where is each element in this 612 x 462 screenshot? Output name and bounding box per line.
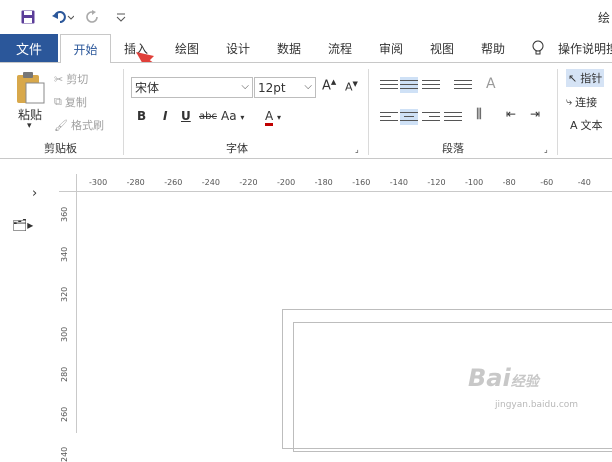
shrink-font-button[interactable]: A▼ xyxy=(345,80,358,94)
ruler-corner xyxy=(59,174,77,192)
font-size-select[interactable]: 12pt ⌵ xyxy=(254,77,316,98)
chevron-down-icon: ⌵ xyxy=(241,81,249,92)
connector-icon: ⤷ xyxy=(566,95,573,108)
tab-process[interactable]: 流程 xyxy=(321,34,359,62)
paste-dropdown-icon[interactable]: ▾ xyxy=(27,121,32,131)
group-divider xyxy=(368,69,369,155)
ruler-tick-label: -60 xyxy=(540,178,554,187)
redo-icon[interactable] xyxy=(84,7,102,27)
text-icon: A xyxy=(570,118,578,132)
pointer-icon: ↖ xyxy=(568,71,578,85)
connector-tool-button[interactable]: ⤷ 连接 xyxy=(566,94,597,110)
ruler-tick-label: -240 xyxy=(201,178,220,187)
tab-file[interactable]: 文件 xyxy=(0,34,58,62)
ruler-tick-label: 240 xyxy=(60,446,69,462)
dialog-launcher-icon[interactable]: ⌟ xyxy=(355,145,359,154)
ruler-tick-label: -280 xyxy=(126,178,145,187)
cut-button[interactable]: ✂ 剪切 xyxy=(54,71,88,87)
ruler-tick-label: 300 xyxy=(60,326,69,342)
tab-review[interactable]: 审阅 xyxy=(372,34,410,62)
ruler-tick-label: 320 xyxy=(60,286,69,302)
ruler-tick-label: -120 xyxy=(427,178,446,187)
ruler-tick-label: -260 xyxy=(164,178,183,187)
ruler-tick-label: 340 xyxy=(60,246,69,262)
vertical-ruler: 360 340 320 300 280 260 240 xyxy=(59,192,77,462)
align-center-icon[interactable] xyxy=(400,109,418,125)
align-middle-icon[interactable] xyxy=(400,77,418,93)
window-title: 绘 xyxy=(597,10,610,25)
font-color-button[interactable]: A ▾ xyxy=(265,109,281,126)
ruler-tick-label: -180 xyxy=(314,178,333,187)
font-name-select[interactable]: 宋体 ⌵ xyxy=(131,77,253,98)
change-case-button[interactable]: Aa ▾ xyxy=(221,109,244,123)
bold-button[interactable]: B xyxy=(137,109,146,123)
lightbulb-icon[interactable] xyxy=(528,34,548,62)
tell-me-search[interactable]: 操作说明搜 xyxy=(558,34,612,62)
watermark-brand: Bai经验 xyxy=(468,364,539,392)
text-direction-icon[interactable]: A xyxy=(486,76,496,92)
align-left-icon[interactable] xyxy=(380,109,398,125)
ribbon-tabs: 文件 开始 插入 绘图 设计 数据 流程 审阅 视图 帮助 操作说明搜 xyxy=(0,34,612,63)
undo-icon[interactable] xyxy=(50,7,76,27)
ruler-tick-label: 360 xyxy=(60,206,69,222)
underline-button[interactable]: U xyxy=(181,109,191,123)
ruler-tick-label: 260 xyxy=(60,406,69,422)
customize-qat-icon[interactable] xyxy=(114,7,128,27)
dialog-launcher-icon[interactable]: ⌟ xyxy=(544,145,548,154)
horizontal-ruler: -300 -280 -260 -240 -220 -200 -180 -160 -140 -120… xyxy=(77,174,612,192)
clipboard-group-label: 剪贴板 xyxy=(44,142,77,155)
font-group-label: 字体 xyxy=(226,142,248,155)
shapes-pane: › 🗂▸ xyxy=(0,160,59,433)
drawing-canvas[interactable]: -300 -280 -260 -240 -220 -200 -180 -160 -140 -120… xyxy=(59,160,612,462)
chevron-down-icon: ⌵ xyxy=(304,81,312,92)
ruler-tick-label: -200 xyxy=(277,178,296,187)
increase-indent-icon[interactable]: ⇥ xyxy=(530,107,540,121)
italic-button[interactable]: I xyxy=(163,109,167,123)
pointer-tool-button[interactable]: ↖ 指针 xyxy=(566,69,605,87)
text-tool-button[interactable]: A 文本 xyxy=(570,117,603,133)
ruler-tick-label: -80 xyxy=(502,178,516,187)
copy-button[interactable]: ⧉ 复制 xyxy=(54,94,87,110)
format-painter-button[interactable]: 🖌 格式刷 xyxy=(54,117,104,133)
ruler-tick-label: -160 xyxy=(352,178,371,187)
ruler-tick-label: -40 xyxy=(577,178,591,187)
vertical-align-icon[interactable]: ⫼ xyxy=(476,107,482,122)
bullet-list-icon[interactable] xyxy=(454,77,472,93)
tab-data[interactable]: 数据 xyxy=(270,34,308,62)
align-right-icon[interactable] xyxy=(422,109,440,125)
tab-home[interactable]: 开始 xyxy=(60,34,111,63)
ruler-tick-label: -300 xyxy=(89,178,108,187)
paragraph-group-label: 段落 xyxy=(442,142,464,155)
decrease-indent-icon[interactable]: ⇤ xyxy=(506,107,516,121)
strikethrough-button[interactable]: abc xyxy=(199,111,217,122)
shapes-folder-icon[interactable]: 🗂▸ xyxy=(12,218,33,232)
paste-icon[interactable] xyxy=(14,71,46,105)
ribbon: 粘贴 ▾ ✂ 剪切 ⧉ 复制 🖌 格式刷 剪贴板 宋体 ⌵ 12pt ⌵ A▲ A▼ B … xyxy=(0,62,612,159)
expand-shapes-icon[interactable]: › xyxy=(32,186,37,201)
save-icon[interactable] xyxy=(18,7,38,27)
tab-view[interactable]: 视图 xyxy=(423,34,461,62)
tab-help[interactable]: 帮助 xyxy=(474,34,512,62)
scissors-icon: ✂ xyxy=(54,72,64,86)
ruler-tick-label: -140 xyxy=(389,178,408,187)
ruler-tick-label: -100 xyxy=(465,178,484,187)
watermark-url: jingyan.baidu.com xyxy=(495,400,579,410)
quick-access-toolbar: 绘 xyxy=(0,0,612,34)
justify-icon[interactable] xyxy=(444,109,462,125)
copy-icon: ⧉ xyxy=(54,95,62,108)
grow-font-button[interactable]: A▲ xyxy=(322,78,336,93)
group-divider xyxy=(123,69,124,155)
brush-icon: 🖌 xyxy=(54,118,68,132)
ruler-tick-label: -220 xyxy=(239,178,258,187)
group-divider xyxy=(557,69,558,155)
align-bottom-icon[interactable] xyxy=(422,77,440,93)
align-top-icon[interactable] xyxy=(380,77,398,93)
ruler-tick-label: 280 xyxy=(60,366,69,382)
